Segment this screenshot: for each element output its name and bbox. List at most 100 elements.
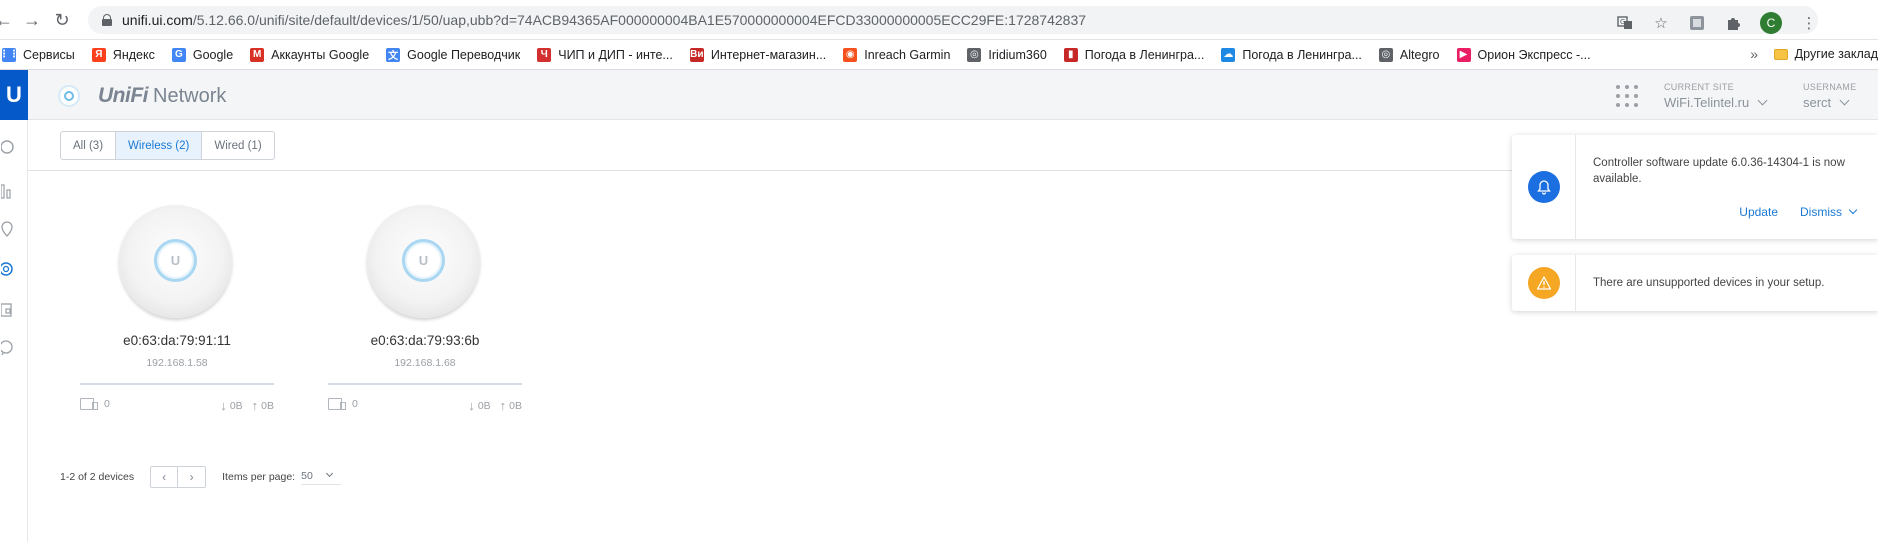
device-name[interactable]: e0:63:da:79:91:11 bbox=[80, 333, 274, 348]
device-divider bbox=[328, 383, 522, 385]
brand-unifi-text: UniFi bbox=[98, 84, 149, 107]
dismiss-label: Dismiss bbox=[1800, 205, 1842, 219]
filter-all[interactable]: All (3) bbox=[61, 132, 117, 159]
folder-icon bbox=[1773, 48, 1788, 60]
dismiss-button[interactable]: Dismiss bbox=[1800, 205, 1858, 219]
translate-icon: 文 bbox=[386, 47, 401, 62]
chevron-down-icon bbox=[1839, 95, 1850, 106]
current-site-selector[interactable]: CURRENT SITE WiFi.Telintel.ru bbox=[1664, 82, 1768, 110]
clients-icon[interactable] bbox=[0, 300, 18, 318]
ubiquiti-u-icon: U bbox=[170, 253, 181, 268]
bookmark-item[interactable]: ◉ Inreach Garmin bbox=[843, 47, 951, 62]
access-point-image[interactable]: U bbox=[119, 205, 232, 318]
bookmark-label: Altegro bbox=[1399, 47, 1440, 62]
thermometer-icon: ▮ bbox=[1063, 47, 1078, 62]
bookmark-label: Погода в Ленингра... bbox=[1242, 47, 1362, 62]
device-name[interactable]: e0:63:da:79:93:6b bbox=[328, 333, 522, 348]
bookmark-label: Орион Экспресс -... bbox=[1477, 47, 1591, 62]
weather-icon: ☁ bbox=[1221, 47, 1236, 62]
devices-icon[interactable] bbox=[0, 260, 18, 278]
device-ip: 192.168.1.68 bbox=[394, 357, 456, 369]
device-download: 0B bbox=[229, 399, 243, 412]
reload-icon[interactable]: ↻ bbox=[52, 10, 72, 30]
globe-icon: ◎ bbox=[1378, 47, 1393, 62]
extensions-puzzle-icon[interactable] bbox=[1724, 14, 1742, 32]
bookmarks-bar: ⋮⋮ Сервисы Я Яндекс G Google M Аккаунты Google 文… bbox=[0, 40, 1878, 70]
current-site-value: WiFi.Telintel.ru bbox=[1664, 95, 1750, 110]
notification-text: There are unsupported devices in your se… bbox=[1593, 277, 1825, 289]
insights-icon[interactable] bbox=[0, 338, 18, 356]
bookmark-item[interactable]: ▶ Орион Экспресс -... bbox=[1456, 47, 1591, 62]
unifi-ring-icon bbox=[58, 85, 80, 107]
username-selector[interactable]: USERNAME serct bbox=[1803, 82, 1856, 110]
warning-icon bbox=[1527, 267, 1560, 299]
access-point-image[interactable]: U bbox=[367, 205, 480, 318]
bookmark-label: Аккаунты Google bbox=[271, 47, 370, 62]
device-upload: 0B bbox=[509, 399, 522, 412]
device-clients-count: 0 bbox=[104, 398, 110, 410]
url-text[interactable]: unifi.ui.com/5.12.66.0/unifi/site/defaul… bbox=[122, 12, 1086, 28]
bookmark-item[interactable]: ◎ Altegro bbox=[1378, 47, 1440, 62]
bookmark-item[interactable]: M Аккаунты Google bbox=[250, 47, 370, 62]
forward-arrow-icon[interactable]: → bbox=[22, 10, 42, 30]
username-label: USERNAME bbox=[1803, 82, 1857, 92]
lock-icon bbox=[102, 14, 112, 26]
brand-logo[interactable]: UniFi Network bbox=[58, 84, 226, 108]
brand-network-text: Network bbox=[153, 84, 227, 107]
bookmark-label: Inreach Garmin bbox=[864, 47, 951, 62]
bookmark-star-icon[interactable]: ☆ bbox=[1652, 14, 1670, 32]
yandex-icon: Я bbox=[91, 47, 106, 62]
bookmark-label: Интернет-магазин... bbox=[710, 47, 827, 62]
bookmark-item[interactable]: ▮ Погода в Ленингра... bbox=[1063, 47, 1204, 62]
items-per-page-select[interactable]: 50 bbox=[301, 469, 342, 485]
items-per-page-label: Items per page: bbox=[222, 471, 296, 483]
statistics-icon[interactable] bbox=[0, 182, 18, 200]
chevron-down-icon bbox=[1757, 95, 1768, 106]
globe-icon: ◎ bbox=[967, 47, 982, 62]
apps-grid-icon[interactable] bbox=[1616, 85, 1638, 107]
dashboard-icon[interactable] bbox=[0, 138, 18, 156]
bookmark-item[interactable]: ⋮⋮ Сервисы bbox=[0, 47, 75, 62]
bookmark-item[interactable]: Я Яндекс bbox=[91, 47, 155, 62]
pagination-range: 1-2 of 2 devices bbox=[60, 471, 135, 483]
download-arrow-icon: ↓ bbox=[220, 398, 227, 413]
bookmark-item[interactable]: ◎ Iridium360 bbox=[967, 47, 1047, 62]
unsupported-devices-notification: There are unsupported devices in your se… bbox=[1512, 255, 1878, 311]
bookmark-label: Яндекс bbox=[112, 47, 155, 62]
device-type-filter: All (3) Wireless (2) Wired (1) bbox=[60, 131, 275, 160]
chevron-down-icon bbox=[1848, 205, 1858, 215]
bookmarks-overflow-button[interactable]: » bbox=[1750, 46, 1758, 62]
device-download: 0B bbox=[477, 399, 491, 412]
bookmark-label: Google bbox=[192, 47, 234, 62]
app-header: UniFi Network CURRENT SITE WiFi.Telintel… bbox=[28, 70, 1878, 120]
vi-icon: Ви bbox=[689, 47, 704, 62]
clients-icon bbox=[80, 398, 98, 410]
extension-screenshot-icon[interactable] bbox=[1688, 14, 1706, 32]
profile-avatar[interactable]: C bbox=[1760, 12, 1782, 34]
prev-page-button[interactable]: ‹ bbox=[151, 467, 179, 487]
bookmark-item[interactable]: ☁ Погода в Ленингра... bbox=[1221, 47, 1362, 62]
ubiquiti-logo-icon[interactable]: U bbox=[0, 70, 28, 120]
browser-toolbar: ← → ↻ unifi.ui.com/5.12.66.0/unifi/site/… bbox=[0, 0, 1878, 40]
browser-menu-icon[interactable]: ⋮ bbox=[1800, 14, 1818, 32]
filter-wireless[interactable]: Wireless (2) bbox=[116, 132, 203, 159]
chevron-right-icon: › bbox=[189, 470, 194, 484]
next-page-button[interactable]: › bbox=[178, 467, 205, 487]
bookmark-item[interactable]: Ви Интернет-магазин... bbox=[689, 47, 827, 62]
bookmark-item[interactable]: 文 Google Переводчик bbox=[386, 47, 520, 62]
pagination: 1-2 of 2 devices ‹ › Items per page: 50 bbox=[60, 466, 342, 488]
google-icon: G bbox=[171, 47, 186, 62]
bookmark-item[interactable]: Ч ЧИП и ДИП - инте... bbox=[537, 47, 673, 62]
filter-wired[interactable]: Wired (1) bbox=[202, 132, 273, 159]
bookmark-item[interactable]: G Google bbox=[171, 47, 234, 62]
other-bookmarks-folder[interactable]: Другие заклад bbox=[1773, 47, 1878, 61]
address-bar[interactable]: unifi.ui.com/5.12.66.0/unifi/site/defaul… bbox=[88, 6, 1818, 34]
download-arrow-icon: ↓ bbox=[468, 398, 475, 413]
back-arrow-icon[interactable]: ← bbox=[0, 10, 14, 30]
map-icon[interactable] bbox=[0, 220, 18, 238]
device-clients-count: 0 bbox=[352, 398, 358, 410]
translate-page-icon[interactable]: G bbox=[1616, 14, 1634, 32]
update-button[interactable]: Update bbox=[1739, 205, 1778, 219]
apps-grid-icon: ⋮⋮ bbox=[0, 47, 19, 62]
items-per-page-value: 50 bbox=[301, 469, 313, 482]
